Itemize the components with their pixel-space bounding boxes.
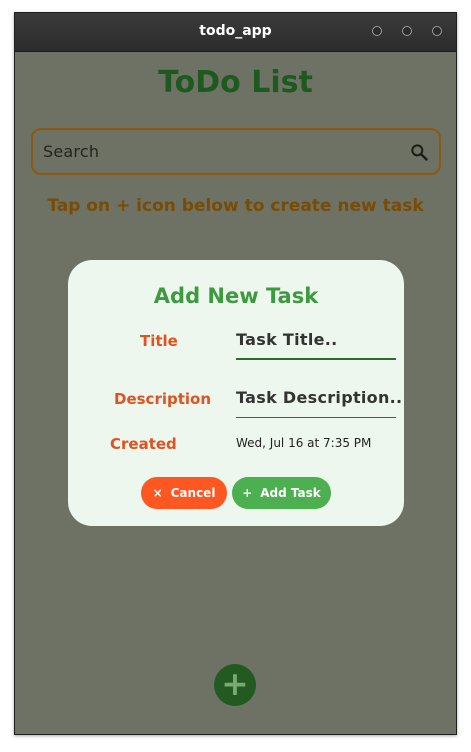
search-input[interactable]: Search — [43, 142, 99, 161]
add-task-button-label: Add Task — [260, 486, 321, 500]
add-task-button[interactable]: + Add Task — [232, 477, 331, 509]
created-value: Wed, Jul 16 at 7:35 PM — [236, 436, 372, 450]
close-button[interactable] — [432, 26, 442, 36]
add-task-fab[interactable]: + — [214, 664, 256, 706]
cancel-button[interactable]: × Cancel — [141, 477, 227, 509]
close-icon: × — [152, 486, 163, 500]
page-title: ToDo List — [158, 65, 313, 100]
title-label: Title — [140, 332, 178, 350]
plus-icon: + — [242, 486, 253, 500]
title-field[interactable]: Task Title.. — [236, 328, 396, 360]
title-input[interactable]: Task Title.. — [236, 330, 338, 349]
description-label: Description — [114, 390, 212, 408]
plus-icon: + — [221, 664, 249, 703]
search-box[interactable]: Search — [31, 128, 441, 175]
cancel-button-label: Cancel — [170, 486, 216, 500]
search-icon[interactable] — [409, 142, 429, 162]
created-label: Created — [110, 435, 177, 453]
maximize-button[interactable] — [402, 26, 412, 36]
app-window: todo_app ToDo List Search Tap on + icon … — [14, 12, 457, 735]
empty-hint: Tap on + icon below to create new task — [47, 196, 424, 216]
description-field[interactable]: Task Description.. — [236, 386, 402, 418]
minimize-button[interactable] — [372, 26, 382, 36]
add-task-dialog: Add New Task Title Task Title.. Descript… — [68, 260, 404, 526]
title-bar: todo_app — [15, 13, 456, 52]
dialog-title: Add New Task — [153, 284, 319, 308]
description-input[interactable]: Task Description.. — [236, 388, 402, 407]
window-title: todo_app — [199, 23, 272, 39]
